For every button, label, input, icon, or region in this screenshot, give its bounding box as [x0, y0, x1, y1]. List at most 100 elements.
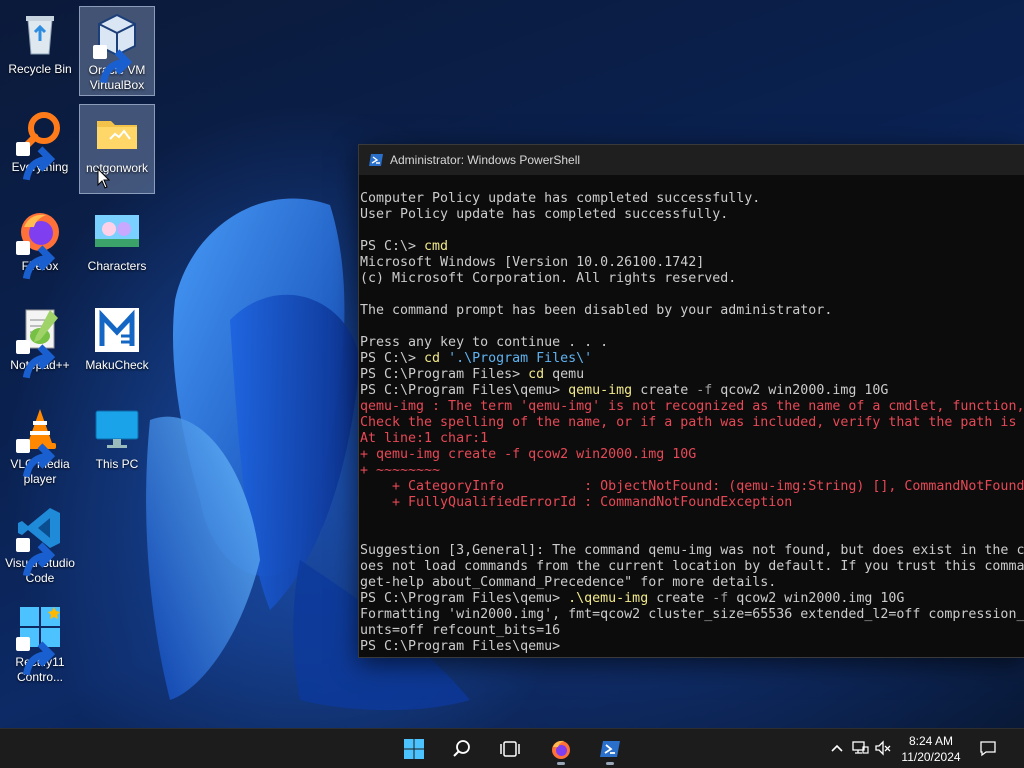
console-line: PS C:\Program Files\qemu> qemu-img creat…	[360, 383, 1024, 399]
console-text-segment: Check the spelling of the name, or if a …	[360, 415, 1017, 430]
vscode-icon	[16, 504, 64, 577]
console-text-segment: get-help about_Command_Precedence" for m…	[360, 575, 777, 590]
console-line: Formatting 'win2000.img', fmt=qcow2 clus…	[360, 607, 1024, 623]
desktop-icon-notgonwork[interactable]: notgonwork	[79, 104, 155, 194]
console-text-segment: create	[632, 383, 697, 398]
recycle-bin-icon	[16, 10, 64, 58]
console-text-segment: oes not load commands from the current l…	[360, 559, 1024, 574]
desktop-icon-characters[interactable]: Characters	[79, 203, 155, 293]
console-line: unts=off refcount_bits=16	[360, 623, 1024, 639]
console-text-segment: PS C:\Program Files\qemu>	[360, 383, 569, 398]
notepad-plus-plus-icon	[16, 306, 64, 379]
taskbar-firefox[interactable]	[541, 733, 581, 765]
shortcut-arrow-icon	[16, 142, 56, 181]
monitor-icon	[93, 405, 141, 453]
console-text-segment: The command prompt has been disabled by …	[360, 303, 833, 318]
shortcut-arrow-icon	[16, 538, 56, 577]
console-line: PS C:\> cmd	[360, 239, 1024, 255]
network-tray-button[interactable]	[851, 739, 869, 757]
console-line: Press any key to continue . . .	[360, 335, 1024, 351]
notification-icon	[980, 741, 996, 757]
console-text-segment: cmd	[424, 239, 449, 254]
console-text-segment: PS C:\Program Files>	[360, 367, 529, 382]
desktop-icon-firefox[interactable]: Firefox	[2, 203, 78, 293]
console-line: Microsoft Windows [Version 10.0.26100.17…	[360, 255, 1024, 271]
mouse-pointer-icon	[97, 168, 111, 189]
desktop-icon-this-pc[interactable]: This PC	[79, 401, 155, 491]
task-view-button[interactable]	[490, 733, 530, 765]
desktop-icon-label: This PC	[95, 457, 139, 471]
windows-start-icon	[404, 739, 424, 759]
vlc-cone-icon	[16, 405, 64, 478]
console-line: PS C:\> cd '.\Program Files\'	[360, 351, 1024, 367]
volume-muted-icon	[875, 740, 891, 756]
desktop-icon-label: Characters	[87, 259, 147, 273]
search-button[interactable]	[442, 733, 482, 765]
powershell-titlebar[interactable]: Administrator: Windows PowerShell	[359, 145, 1024, 175]
desktop-icon-everything[interactable]: Everything	[2, 104, 78, 194]
console-line: + CategoryInfo : ObjectNotFound: (qemu-i…	[360, 479, 1024, 495]
console-text-segment: User Policy update has completed success…	[360, 207, 729, 222]
console-text-segment: + qemu-img create -f qcow2 win2000.img 1…	[360, 447, 697, 462]
firefox-icon	[16, 207, 64, 280]
desktop-icon-virtualbox[interactable]: Oracle VM VirtualBox	[79, 6, 155, 96]
console-text-segment: Suggestion [3,General]: The command qemu…	[360, 543, 1024, 558]
console-text-segment: + ~~~~~~~~	[360, 463, 441, 478]
console-text-segment: qemu-img	[568, 383, 633, 398]
console-text-segment: Formatting 'win2000.img', fmt=qcow2 clus…	[360, 607, 1024, 622]
desktop-icon-label: notgonwork	[85, 161, 149, 175]
volume-tray-button[interactable]	[874, 739, 892, 757]
powershell-icon	[600, 741, 620, 757]
console-text-segment: cd	[424, 351, 441, 366]
firefox-icon	[552, 740, 570, 759]
clock-time: 8:24 AM	[908, 734, 954, 748]
console-line: Check the spelling of the name, or if a …	[360, 415, 1024, 431]
characters-image-icon	[93, 207, 141, 255]
console-line: + ~~~~~~~~	[360, 463, 1024, 479]
console-text-segment: (c) Microsoft Corporation. All rights re…	[360, 271, 737, 286]
console-text-segment: + CategoryInfo : ObjectNotFound: (qemu-i…	[360, 479, 1024, 494]
taskbar-powershell[interactable]	[590, 733, 630, 765]
console-text-segment: PS C:\>	[360, 351, 425, 366]
search-icon	[453, 740, 470, 757]
console-text-segment: qcow2 win2000.img 10G	[728, 591, 905, 606]
console-text-segment: '.\Program Files\'	[440, 351, 593, 366]
show-hidden-icons-button[interactable]	[828, 739, 846, 757]
powershell-console-output[interactable]: Computer Policy update has completed suc…	[359, 175, 1024, 653]
notifications-button[interactable]	[979, 739, 997, 757]
console-line: + FullyQualifiedErrorId : CommandNotFoun…	[360, 495, 1024, 511]
console-text-segment: PS C:\Program Files\qemu>	[360, 639, 569, 653]
console-line: Computer Policy update has completed suc…	[360, 191, 1024, 207]
powershell-icon	[369, 154, 383, 166]
desktop-icon-rectify11[interactable]: Rectify11 Contro...	[2, 599, 78, 689]
desktop-icon-recycle-bin[interactable]: Recycle Bin	[2, 6, 78, 96]
task-view-icon	[500, 741, 520, 757]
network-icon	[852, 741, 869, 754]
desktop-icon-makucheck[interactable]: MakuCheck	[79, 302, 155, 392]
console-text-segment: Microsoft Windows [Version 10.0.26100.17…	[360, 255, 705, 270]
powershell-window[interactable]: Administrator: Windows PowerShell Comput…	[358, 144, 1024, 658]
console-line: Suggestion [3,General]: The command qemu…	[360, 543, 1024, 559]
makucheck-icon	[93, 306, 141, 354]
console-text-segment: .\qemu-img	[568, 591, 649, 606]
shortcut-arrow-icon	[16, 637, 56, 676]
desktop-icon-vlc[interactable]: VLC media player	[2, 401, 78, 491]
console-line: PS C:\Program Files\qemu> .\qemu-img cre…	[360, 591, 1024, 607]
start-button[interactable]	[394, 733, 434, 765]
console-line: get-help about_Command_Precedence" for m…	[360, 575, 1024, 591]
desktop-icon-vscode[interactable]: Visual Studio Code	[2, 500, 78, 590]
console-line: qemu-img : The term 'qemu-img' is not re…	[360, 399, 1024, 415]
shortcut-arrow-icon	[16, 241, 56, 280]
console-text-segment: qemu-img : The term 'qemu-img' is not re…	[360, 399, 1024, 414]
console-line: At line:1 char:1	[360, 431, 1024, 447]
console-text-segment: unts=off refcount_bits=16	[360, 623, 561, 638]
desktop-icon-notepad-plus-plus[interactable]: Notepad++	[2, 302, 78, 392]
console-text-segment: qemu	[544, 367, 585, 382]
console-text-segment: At line:1 char:1	[360, 431, 489, 446]
desktop-icon-label: MakuCheck	[85, 358, 149, 372]
taskbar-clock[interactable]: 8:24 AM 11/20/2024	[894, 733, 968, 765]
folder-icon	[93, 109, 141, 157]
